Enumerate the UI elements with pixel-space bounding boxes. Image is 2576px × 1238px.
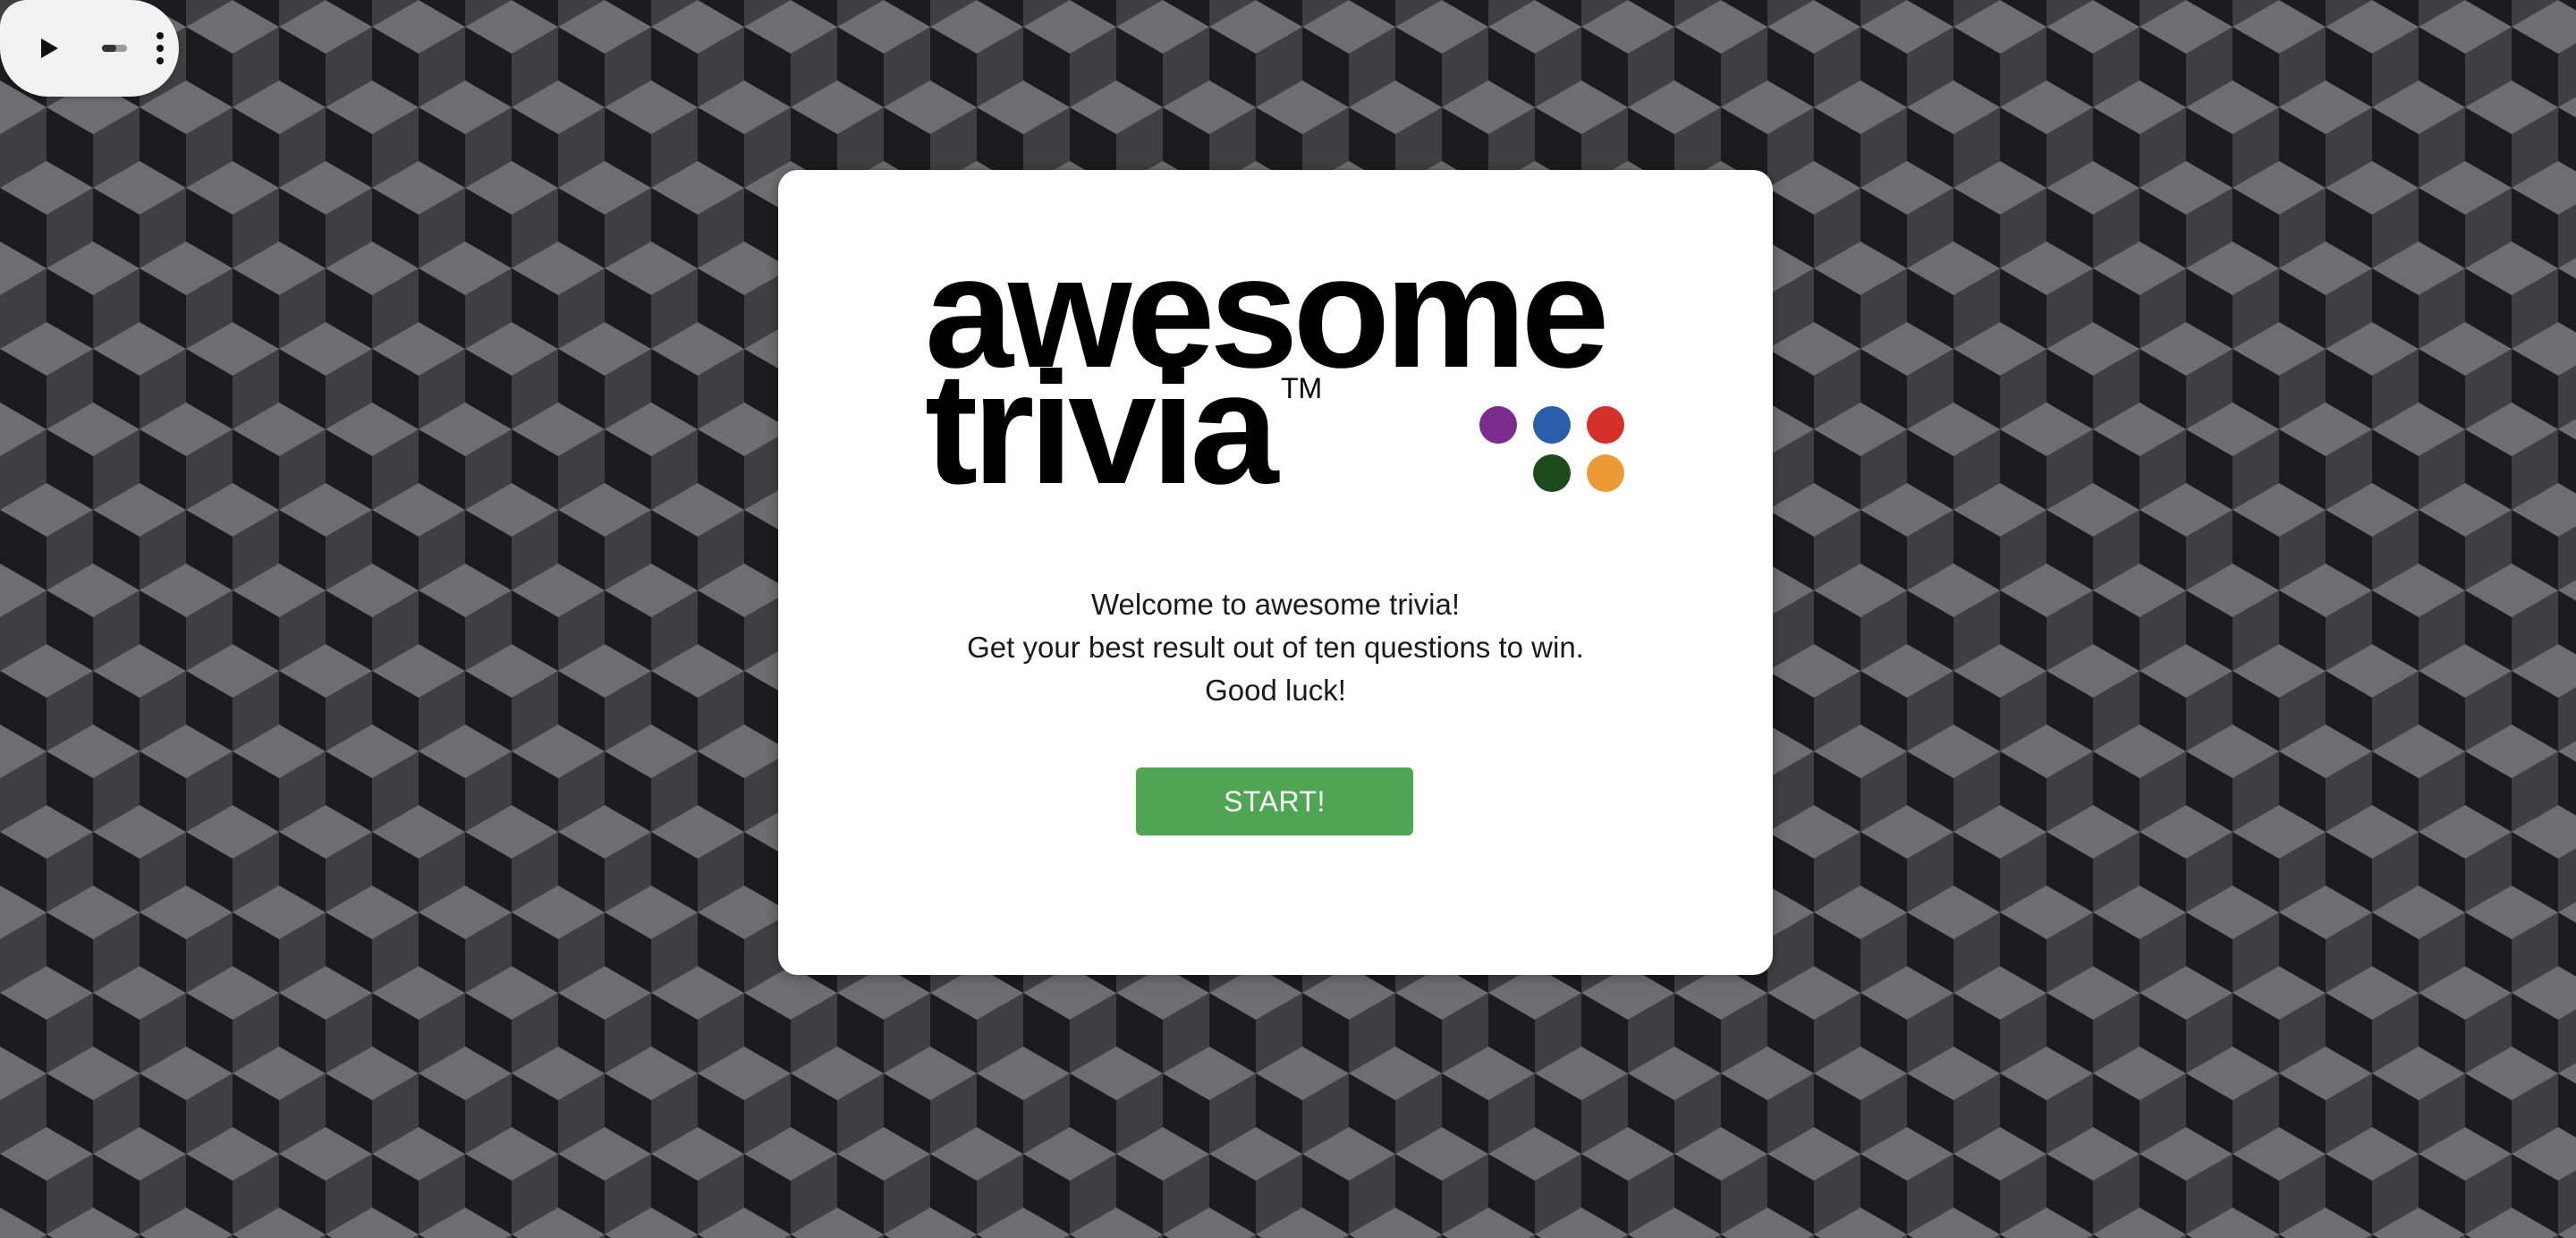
logo-dot-orange (1587, 454, 1624, 492)
logo-dot-green (1533, 454, 1571, 492)
start-button[interactable]: START! (1136, 767, 1413, 835)
welcome-message: Welcome to awesome trivia! Get your best… (778, 583, 1773, 712)
logo-dot-blue (1533, 406, 1571, 444)
logo-dot-red (1587, 406, 1624, 444)
logo-dot-purple (1479, 406, 1517, 444)
trademark-symbol: TM (1281, 372, 1323, 404)
toggle-icon[interactable] (102, 43, 127, 54)
play-icon[interactable] (32, 32, 64, 64)
more-vert-icon[interactable] (150, 30, 170, 66)
welcome-line: Welcome to awesome trivia! (1090, 588, 1461, 621)
instructions-line: Get your best result out of ten question… (967, 631, 1584, 664)
media-controls (0, 0, 179, 97)
logo-word-trivia: trivia (925, 339, 1278, 517)
good-luck-line: Good luck! (1205, 674, 1346, 707)
awesome-trivia-logo: awesome trivia TM (778, 170, 1773, 528)
welcome-card: awesome trivia TM Welcome to awesome tri… (778, 170, 1773, 975)
